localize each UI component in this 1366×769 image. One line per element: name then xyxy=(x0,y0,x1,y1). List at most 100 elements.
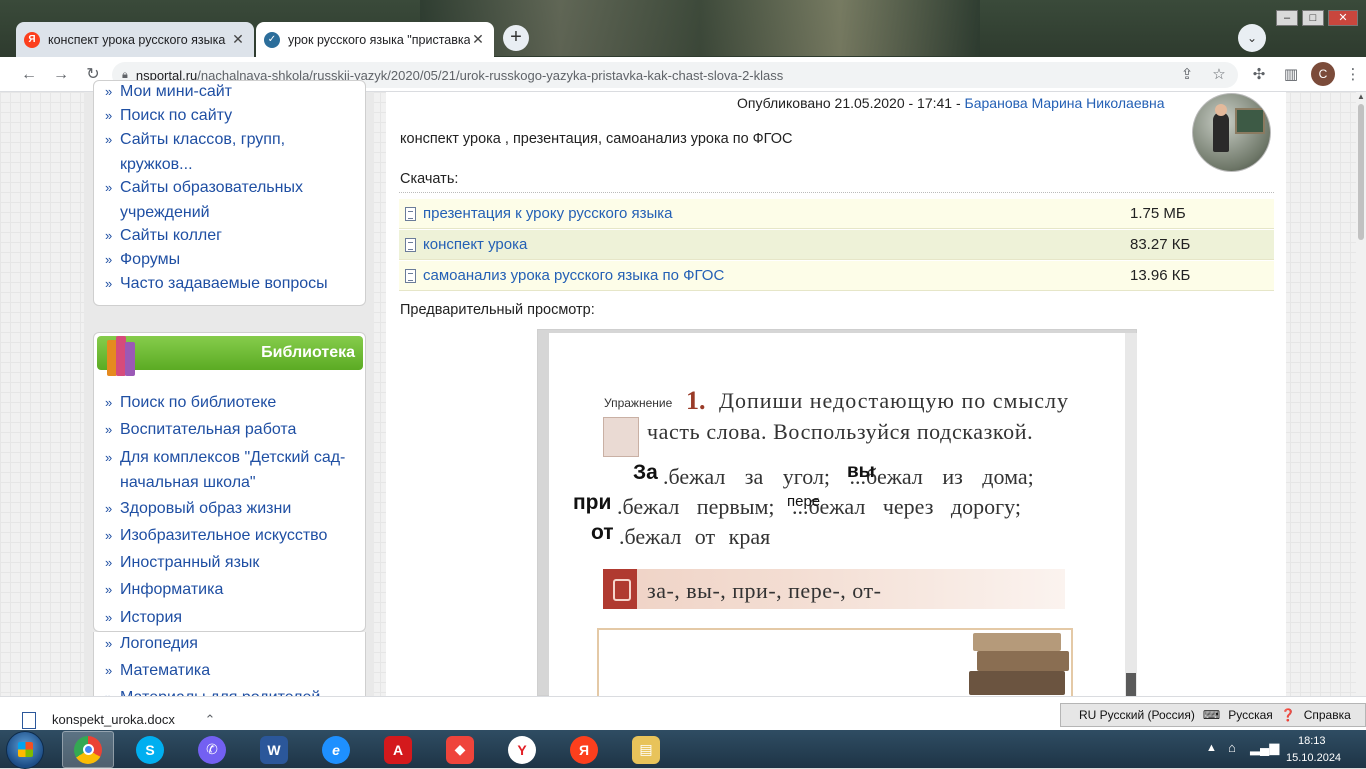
sidebar-item-school-sites[interactable]: Сайты образовательных учреждений xyxy=(105,176,330,225)
nsportal-check-icon: ✓ xyxy=(264,31,280,48)
taskbar-yandex[interactable]: Я xyxy=(558,731,610,768)
author-photo[interactable] xyxy=(1192,93,1271,172)
taskbar-anydesk[interactable]: ◆ xyxy=(434,731,486,768)
document-icon xyxy=(405,238,416,252)
tray-arrow-icon[interactable]: ▲ xyxy=(1206,742,1217,754)
window-minimize-button[interactable]: – xyxy=(1276,10,1298,26)
window-close-button[interactable]: ✕ xyxy=(1328,10,1358,26)
books-illustration xyxy=(967,629,1071,696)
exercise-text-line: часть слова. Воспользуйся подсказкой. xyxy=(647,419,1034,444)
library-item-upbringing[interactable]: Воспитательная работа xyxy=(105,418,297,443)
taskbar-viber[interactable]: ✆ xyxy=(186,731,238,768)
hint-text: за-, вы-, при-, пере-, от- xyxy=(647,578,882,603)
browser-tab-strip: Я конспект урока русского языка ✕ ✓ урок… xyxy=(0,0,1366,57)
file-size: 1.75 МБ xyxy=(1130,205,1186,222)
taskbar-skype[interactable]: S xyxy=(124,731,176,768)
preview-scrollbar[interactable] xyxy=(1125,333,1137,696)
library-item-label: Иностранный язык xyxy=(120,554,260,571)
library-panel: Библиотека Поиск по библиотеке Воспитате… xyxy=(93,332,366,632)
books-icon xyxy=(105,334,137,376)
bookmark-star-icon[interactable]: ☆ xyxy=(1207,63,1231,87)
window-maximize-button[interactable]: □ xyxy=(1302,10,1324,26)
library-item-speech-therapy[interactable]: Логопедия xyxy=(105,632,198,657)
keyboard-layout[interactable]: Русская xyxy=(1228,708,1273,722)
handwritten-prefix: пере xyxy=(787,493,821,510)
close-icon[interactable]: ✕ xyxy=(470,31,486,48)
file-link[interactable]: конспект урока xyxy=(423,236,527,253)
profile-avatar[interactable]: С xyxy=(1311,62,1335,86)
scrollbar-thumb[interactable] xyxy=(1126,673,1136,696)
keyboard-icon: ⌨ xyxy=(1202,708,1221,722)
sidebar-item-label: Сайты классов, групп, кружков... xyxy=(120,131,286,173)
library-item-kindergarten[interactable]: Для комплексов "Детский сад-начальная шк… xyxy=(105,446,350,495)
sidebar-item-label: Сайты коллег xyxy=(120,227,222,244)
sidebar-item-label: Поиск по сайту xyxy=(120,107,233,124)
library-item-art[interactable]: Изобразительное искусство xyxy=(105,524,327,549)
file-row: презентация к уроку русского языка 1.75 … xyxy=(399,199,1274,229)
battery-plug-icon[interactable]: ⌂ xyxy=(1228,740,1236,755)
taskbar-word[interactable]: W xyxy=(248,731,300,768)
tab-title: урок русского языка "приставка xyxy=(288,32,470,47)
clock-date[interactable]: 15.10.2024 xyxy=(1286,752,1341,764)
taskbar-explorer[interactable]: ▤ xyxy=(620,731,672,768)
taskbar-acrobat[interactable]: A xyxy=(372,731,424,768)
scroll-up-icon[interactable]: ▲ xyxy=(1357,92,1365,101)
pointing-hand-icon xyxy=(603,569,637,609)
library-item-health[interactable]: Здоровый образ жизни xyxy=(105,497,291,522)
language-indicator[interactable]: RU Русский (Россия) xyxy=(1079,708,1195,722)
library-item-math[interactable]: Математика xyxy=(105,659,210,684)
tab-search-button[interactable]: ⌄ xyxy=(1238,24,1266,52)
library-header: Библиотека xyxy=(97,336,363,376)
acrobat-icon: A xyxy=(384,735,412,764)
extensions-puzzle-icon[interactable]: ✣ xyxy=(1247,63,1271,87)
library-title: Библиотека xyxy=(261,344,355,361)
library-item-informatics[interactable]: Информатика xyxy=(105,578,223,603)
preview-page: Упражнение 1. Допиши недостающую по смыс… xyxy=(549,333,1125,696)
internet-explorer-icon: e xyxy=(322,735,350,764)
taskbar-chrome[interactable] xyxy=(62,731,114,768)
page-scrollbar[interactable]: ▲ xyxy=(1356,92,1366,696)
side-panel-icon[interactable]: ▥ xyxy=(1279,63,1303,87)
file-link[interactable]: презентация к уроку русского языка xyxy=(423,205,673,222)
folder-icon: ▤ xyxy=(632,735,660,764)
sidebar-menu: Мои мини-сайт Поиск по сайту Сайты класс… xyxy=(93,80,366,306)
sidebar-item-faq[interactable]: Часто задаваемые вопросы xyxy=(105,272,328,297)
download-item[interactable]: konspekt_uroka.docx ⌃ xyxy=(22,712,215,730)
sidebar-item-class-sites[interactable]: Сайты классов, групп, кружков... xyxy=(105,128,330,177)
library-item-foreign-language[interactable]: Иностранный язык xyxy=(105,551,260,576)
close-icon[interactable]: ✕ xyxy=(230,31,246,48)
library-item-search[interactable]: Поиск по библиотеке xyxy=(105,391,276,416)
back-icon[interactable]: ← xyxy=(17,63,41,87)
start-button[interactable] xyxy=(6,731,44,769)
file-size: 83.27 КБ xyxy=(1130,236,1191,253)
library-item-label: Воспитательная работа xyxy=(120,421,297,438)
taskbar-internet-explorer[interactable]: e xyxy=(310,731,362,768)
sidebar-item-label: Мои мини-сайт xyxy=(120,83,232,100)
new-tab-button[interactable]: + xyxy=(503,25,529,51)
file-size: 13.96 КБ xyxy=(1130,267,1191,284)
published-info: Опубликовано 21.05.2020 - 17:41 - Барано… xyxy=(737,95,1165,111)
yandex-icon: Я xyxy=(24,31,40,48)
share-icon[interactable]: ⇪ xyxy=(1175,63,1199,87)
sidebar-item-forums[interactable]: Форумы xyxy=(105,248,180,273)
author-link[interactable]: Баранова Марина Николаевна xyxy=(965,95,1165,111)
tab-urok-active[interactable]: ✓ урок русского языка "приставка ✕ xyxy=(256,22,494,57)
published-date: Опубликовано 21.05.2020 - 17:41 - xyxy=(737,95,961,111)
signal-bars-icon[interactable]: ▂▄▆ xyxy=(1250,740,1279,756)
sidebar-item-mini-site[interactable]: Мои мини-сайт xyxy=(105,80,232,105)
file-row: самоанализ урока русского языка по ФГОС … xyxy=(399,261,1274,291)
tab-konspekt[interactable]: Я конспект урока русского языка ✕ xyxy=(16,22,254,57)
forward-icon[interactable]: → xyxy=(49,63,73,87)
file-link[interactable]: самоанализ урока русского языка по ФГОС xyxy=(423,267,724,284)
clock-time[interactable]: 18:13 xyxy=(1298,735,1326,747)
language-bar[interactable]: RU Русский (Россия) ⌨ Русская ❓ Справка xyxy=(1060,703,1366,727)
menu-kebab-icon[interactable]: ⋮ xyxy=(1341,63,1365,87)
sidebar-item-search[interactable]: Поиск по сайту xyxy=(105,104,233,129)
help-label[interactable]: Справка xyxy=(1304,708,1351,722)
taskbar-yandex-browser[interactable]: Y xyxy=(496,731,548,768)
chevron-up-icon[interactable]: ⌃ xyxy=(204,712,215,727)
sidebar-item-colleagues[interactable]: Сайты коллег xyxy=(105,224,222,249)
library-item-history[interactable]: История xyxy=(105,606,182,631)
scrollbar-thumb[interactable] xyxy=(1358,104,1364,240)
handwritten-prefix: от xyxy=(591,521,614,544)
